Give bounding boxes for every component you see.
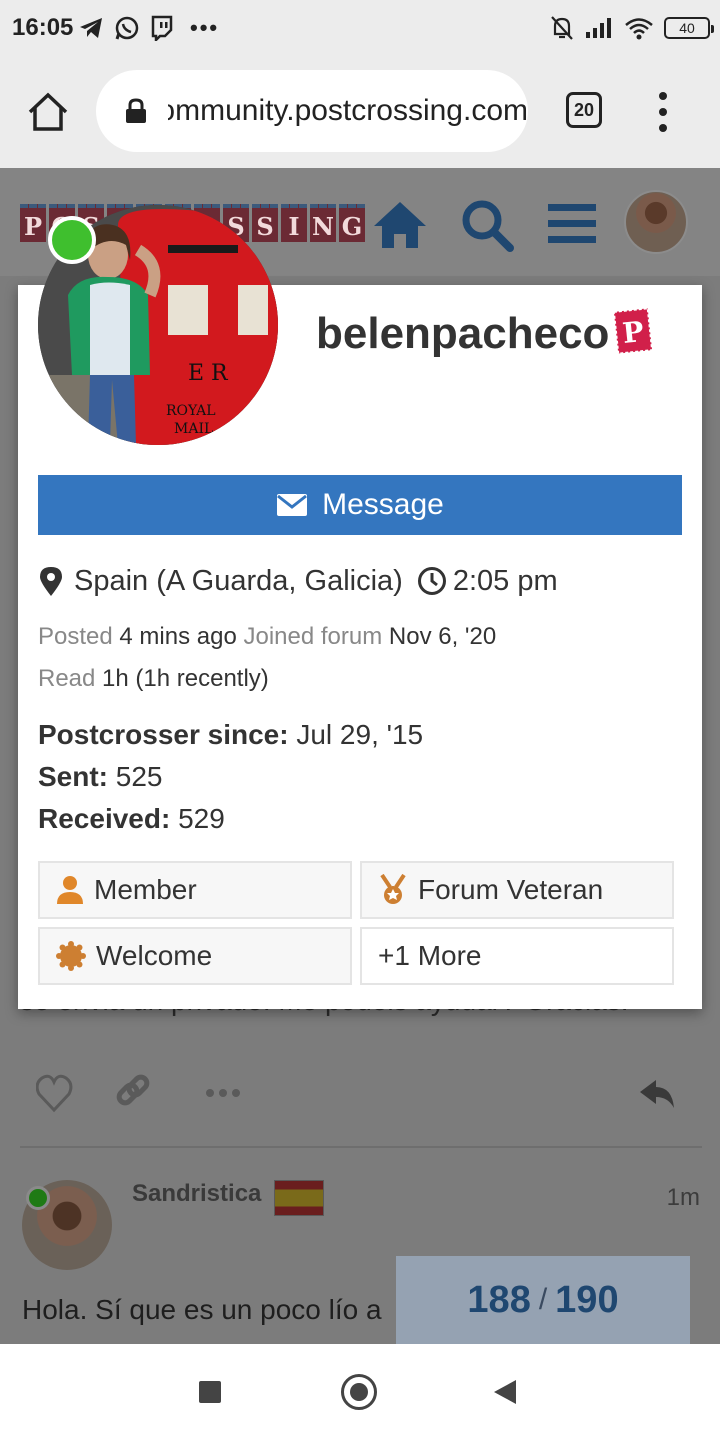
online-status-indicator: [48, 216, 96, 264]
progress-total: 190: [555, 1278, 619, 1321]
telegram-icon: [80, 18, 102, 38]
received-label: Received:: [38, 803, 171, 834]
spain-flag-icon: [274, 1180, 324, 1216]
post-divider: [20, 1146, 702, 1148]
read-value: 1h (1h recently): [102, 665, 269, 692]
post-time[interactable]: 1m: [667, 1184, 700, 1212]
postcrossing-p-icon: P: [614, 307, 652, 355]
posted-label: Posted: [38, 623, 113, 650]
logo-letter: N: [310, 204, 336, 242]
activity-meta: Posted 4 mins ago Joined forum Nov 6, '2…: [38, 623, 496, 651]
more-badges-label: +1 More: [378, 940, 482, 971]
sent-count: Sent: 525: [38, 761, 163, 793]
signal-icon: [586, 18, 611, 38]
svg-text:ROYAL: ROYAL: [166, 403, 216, 419]
current-user-avatar[interactable]: [624, 190, 688, 254]
search-icon[interactable]: [456, 196, 516, 252]
address-bar[interactable]: community.postcrossing.com: [96, 70, 528, 152]
badge-member-label: Member: [94, 874, 197, 905]
browser-home-icon[interactable]: [26, 90, 70, 134]
battery-icon: 40: [664, 17, 714, 39]
logo-letter: I: [281, 204, 307, 242]
online-indicator: [26, 1186, 50, 1210]
status-time: 16:05: [12, 14, 74, 41]
read-label: Read: [38, 665, 96, 692]
back-icon[interactable]: [494, 1380, 516, 1404]
link-icon: [116, 1074, 150, 1106]
svg-text:E R: E R: [188, 361, 229, 386]
like-icon: [36, 1074, 73, 1113]
message-button[interactable]: Message: [38, 475, 682, 535]
more-notifications-icon: •••: [190, 15, 220, 40]
postcrosser-since-value: Jul 29, '15: [296, 719, 424, 750]
progress-separator: /: [538, 1283, 548, 1316]
post-author-name[interactable]: Sandristica: [132, 1180, 261, 1208]
message-button-label: Message: [322, 488, 444, 521]
android-nav-bar: [0, 1344, 720, 1440]
location-row: Spain (A Guarda, Galicia) 2:05 pm: [38, 561, 558, 601]
badge-forum-veteran-label: Forum Veteran: [418, 874, 604, 905]
more-badges-button[interactable]: +1 More: [360, 927, 674, 985]
clock-icon: [417, 567, 446, 595]
sent-label: Sent:: [38, 761, 108, 792]
posted-value: 4 mins ago: [119, 623, 237, 650]
postcrosser-since: Postcrosser since: Jul 29, '15: [38, 719, 423, 751]
joined-value: Nov 6, '20: [388, 623, 497, 650]
logo-letter: P: [20, 204, 46, 242]
tab-switcher-button[interactable]: 20: [566, 92, 602, 128]
home-icon[interactable]: [370, 196, 430, 252]
progress-current: 188: [467, 1278, 531, 1321]
medal-icon: [380, 874, 406, 904]
browser-menu-icon[interactable]: [656, 92, 670, 132]
topic-progress[interactable]: 188 / 190: [396, 1256, 690, 1344]
url-text: community.postcrossing.com: [168, 94, 528, 127]
user-location: Spain (A Guarda, Galicia): [74, 564, 403, 597]
map-pin-icon: [40, 567, 62, 596]
received-value: 529: [178, 803, 225, 834]
postcrosser-since-label: Postcrosser since:: [38, 719, 289, 750]
badge-forum-veteran[interactable]: Forum Veteran: [360, 861, 674, 919]
username[interactable]: belenpacheco: [316, 309, 609, 359]
envelope-icon: [277, 494, 308, 516]
badge-welcome[interactable]: Welcome: [38, 927, 352, 985]
certificate-icon: [56, 941, 86, 971]
logo-letter: G: [339, 204, 365, 242]
more-options-icon: [206, 1089, 240, 1097]
home-nav-icon[interactable]: [341, 1374, 377, 1410]
post-body-text: Hola. Sí que es un poco lío a: [22, 1294, 382, 1325]
user-local-time: 2:05 pm: [452, 564, 558, 597]
reply-icon: [640, 1080, 674, 1108]
read-meta: Read 1h (1h recently): [38, 665, 269, 693]
twitch-icon: [151, 15, 173, 41]
post-actions: [36, 1074, 674, 1113]
svg-text:P: P: [621, 315, 645, 350]
logo-letter: S: [252, 204, 278, 242]
whatsapp-icon: [115, 16, 139, 40]
wifi-icon: [625, 18, 653, 40]
mute-icon: [551, 16, 573, 40]
system-icons: 40: [550, 12, 714, 44]
browser-toolbar: community.postcrossing.com 20: [0, 56, 720, 168]
status-bar: 16:05 ••• 40: [0, 0, 720, 56]
notification-icons: •••: [78, 12, 219, 44]
sent-value: 525: [115, 761, 163, 792]
joined-label: Joined forum: [243, 623, 383, 650]
received-count: Received: 529: [38, 803, 225, 835]
recent-apps-icon[interactable]: [199, 1381, 221, 1403]
hamburger-icon[interactable]: [542, 196, 602, 252]
badge-member[interactable]: Member: [38, 861, 352, 919]
badge-welcome-label: Welcome: [96, 940, 213, 971]
user-icon: [57, 876, 83, 904]
lock-icon: [126, 98, 146, 123]
